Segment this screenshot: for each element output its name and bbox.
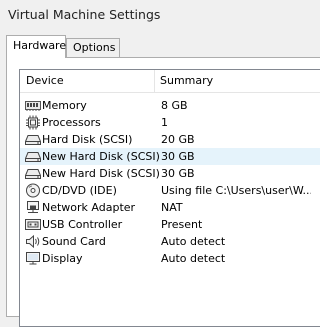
device-name: New Hard Disk (SCSI) [42, 167, 160, 180]
device-name: Network Adapter [42, 201, 136, 214]
column-divider[interactable] [154, 70, 155, 92]
device-row-hard-disk[interactable]: Hard Disk (SCSI) 20 GB [20, 131, 320, 148]
device-summary: 30 GB [161, 167, 195, 180]
sound-card-icon [25, 234, 41, 249]
device-row-processors[interactable]: Processors 1 [20, 114, 320, 131]
device-summary: 8 GB [161, 99, 188, 112]
usb-icon [25, 217, 41, 232]
hard-disk-icon [25, 166, 41, 181]
device-summary: 30 GB [161, 150, 195, 163]
device-name: Processors [42, 116, 101, 129]
tab-hardware[interactable]: Hardware [6, 35, 66, 58]
device-list[interactable]: Device Summary Memory 8 GB Processors 1 … [19, 69, 320, 327]
device-summary: Auto detect [161, 235, 226, 248]
hard-disk-icon [25, 149, 41, 164]
device-name: Memory [42, 99, 87, 112]
device-summary: Present [161, 218, 203, 231]
device-row-sound-card[interactable]: Sound Card Auto detect [20, 233, 320, 250]
column-header-summary[interactable]: Summary [160, 70, 213, 92]
network-adapter-icon [25, 200, 41, 215]
device-name: New Hard Disk (SCSI) [42, 150, 160, 163]
device-name: CD/DVD (IDE) [42, 184, 117, 197]
hardware-panel: Device Summary Memory 8 GB Processors 1 … [6, 57, 320, 327]
device-rows: Memory 8 GB Processors 1 Hard Disk (SCSI… [20, 97, 320, 267]
device-name: Display [42, 252, 83, 265]
cd-dvd-icon [25, 183, 41, 198]
device-row-usb-controller[interactable]: USB Controller Present [20, 216, 320, 233]
memory-icon [25, 98, 41, 113]
hard-disk-icon [25, 132, 41, 147]
device-row-new-hard-disk[interactable]: New Hard Disk (SCSI) 30 GB [20, 165, 320, 182]
device-name: Sound Card [42, 235, 106, 248]
device-summary: NAT [161, 201, 183, 214]
device-name: USB Controller [42, 218, 123, 231]
device-row-memory[interactable]: Memory 8 GB [20, 97, 320, 114]
display-icon [25, 251, 41, 266]
window-title: Virtual Machine Settings [8, 7, 161, 22]
processor-icon [25, 115, 41, 130]
tab-options[interactable]: Options [66, 38, 120, 57]
device-summary: 20 GB [161, 133, 195, 146]
device-row-cd-dvd[interactable]: CD/DVD (IDE) Using file C:\Users\user\W.… [20, 182, 320, 199]
device-row-new-hard-disk[interactable]: New Hard Disk (SCSI) 30 GB [20, 148, 320, 165]
device-name: Hard Disk (SCSI) [42, 133, 133, 146]
device-summary: Using file C:\Users\user\W... [161, 184, 311, 197]
column-header-device[interactable]: Device [26, 70, 64, 92]
device-summary: 1 [161, 116, 168, 129]
list-header: Device Summary [20, 70, 320, 93]
device-row-display[interactable]: Display Auto detect [20, 250, 320, 267]
device-summary: Auto detect [161, 252, 226, 265]
device-row-network-adapter[interactable]: Network Adapter NAT [20, 199, 320, 216]
